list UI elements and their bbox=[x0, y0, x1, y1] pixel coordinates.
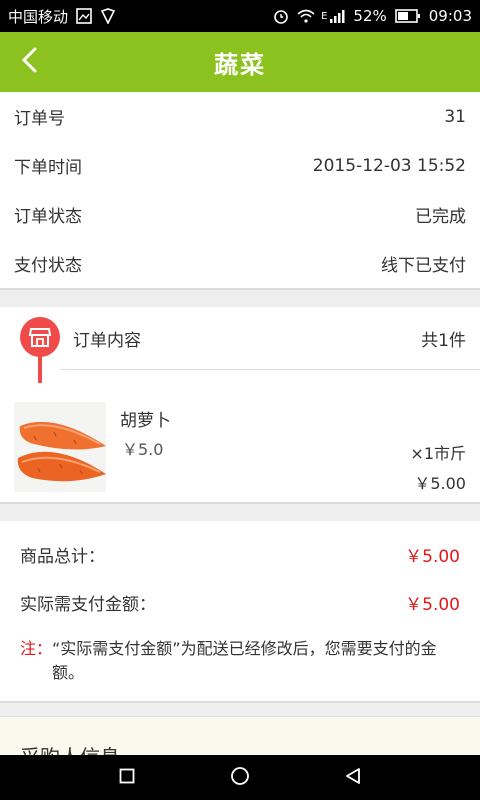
order-number-label: 订单号 bbox=[14, 109, 65, 129]
order-content-card: 订单内容 共1件 胡萝卜 ￥5.0 ×1市斤 ￥5.00 bbox=[0, 307, 480, 503]
square-icon bbox=[119, 768, 135, 788]
order-number-row: 订单号 31 bbox=[0, 92, 480, 141]
battery-icon bbox=[394, 8, 421, 24]
gallery-icon bbox=[76, 8, 92, 24]
home-button[interactable] bbox=[220, 758, 260, 798]
list-item[interactable]: 胡萝卜 ￥5.0 ×1市斤 ￥5.00 bbox=[0, 370, 480, 502]
circle-icon bbox=[230, 766, 250, 790]
order-detail-content[interactable]: 订单号 31 下单时间 2015-12-03 15:52 订单状态 已完成 支付… bbox=[0, 92, 480, 755]
section-divider bbox=[0, 702, 480, 716]
app-bar: 蔬菜 bbox=[0, 32, 480, 92]
page-title: 蔬菜 bbox=[214, 50, 266, 79]
note-tag: 注： bbox=[20, 639, 53, 658]
battery-percent: 52% bbox=[353, 7, 387, 25]
back-button[interactable] bbox=[12, 44, 48, 80]
actual-pay-row: 实际需支付金额： ￥5.00 bbox=[20, 589, 460, 615]
order-content-label: 订单内容 bbox=[73, 330, 141, 351]
goods-total-row: 商品总计： ￥5.00 bbox=[20, 541, 460, 567]
order-status-row: 订单状态 已完成 bbox=[0, 190, 480, 239]
payment-summary: 商品总计： ￥5.00 实际需支付金额： ￥5.00 注： “实际需支付金额”为… bbox=[0, 521, 480, 702]
order-item-count: 共1件 bbox=[421, 330, 466, 351]
order-info-card: 订单号 31 下单时间 2015-12-03 15:52 订单状态 已完成 支付… bbox=[0, 92, 480, 289]
actual-pay-label: 实际需支付金额： bbox=[20, 594, 156, 615]
shop-icon bbox=[20, 317, 60, 357]
note-text: “实际需支付金额”为配送已经修改后，您需要支付的金额。 bbox=[52, 639, 437, 682]
carrier-label: 中国移动 bbox=[8, 7, 69, 26]
payment-status-label: 支付状态 bbox=[14, 256, 82, 276]
back-nav-button[interactable] bbox=[333, 758, 373, 798]
order-status-label: 订单状态 bbox=[14, 207, 82, 227]
recent-apps-button[interactable] bbox=[107, 758, 147, 798]
shield-icon bbox=[100, 8, 116, 25]
product-price: ￥5.0 bbox=[122, 440, 164, 459]
goods-total-value: ￥5.00 bbox=[405, 546, 460, 567]
chevron-left-icon bbox=[20, 46, 40, 78]
section-divider bbox=[0, 503, 480, 521]
product-quantity: ×1市斤 bbox=[410, 444, 466, 463]
system-navigation-bar bbox=[0, 755, 480, 800]
triangle-back-icon bbox=[344, 767, 362, 789]
buyer-info-heading: 采购人信息 bbox=[20, 741, 460, 755]
payment-status-value: 线下已支付 bbox=[381, 256, 466, 276]
order-content-header: 订单内容 共1件 bbox=[0, 307, 480, 383]
signal-icon bbox=[329, 8, 345, 24]
order-time-value: 2015-12-03 15:52 bbox=[312, 155, 466, 176]
goods-total-label: 商品总计： bbox=[20, 546, 105, 567]
order-time-label: 下单时间 bbox=[14, 158, 82, 178]
product-subtotal: ￥5.00 bbox=[414, 474, 466, 493]
order-number-value: 31 bbox=[444, 106, 466, 127]
wifi-icon bbox=[297, 8, 315, 24]
payment-note: 注： “实际需支付金额”为配送已经修改后，您需要支付的金额。 bbox=[20, 637, 460, 685]
carrot-image bbox=[14, 402, 106, 492]
clock: 09:03 bbox=[428, 7, 472, 25]
status-bar: 中国移动 E 52% 09:03 bbox=[0, 0, 480, 32]
order-status-value: 已完成 bbox=[415, 207, 466, 227]
product-name: 胡萝卜 bbox=[120, 411, 171, 431]
buyer-info-section: 采购人信息 bbox=[0, 716, 480, 755]
section-divider bbox=[0, 289, 480, 307]
network-type-label: E bbox=[321, 11, 328, 22]
alarm-icon bbox=[273, 8, 289, 24]
order-time-row: 下单时间 2015-12-03 15:52 bbox=[0, 141, 480, 190]
payment-status-row: 支付状态 线下已支付 bbox=[0, 239, 480, 288]
actual-pay-value: ￥5.00 bbox=[405, 594, 460, 615]
